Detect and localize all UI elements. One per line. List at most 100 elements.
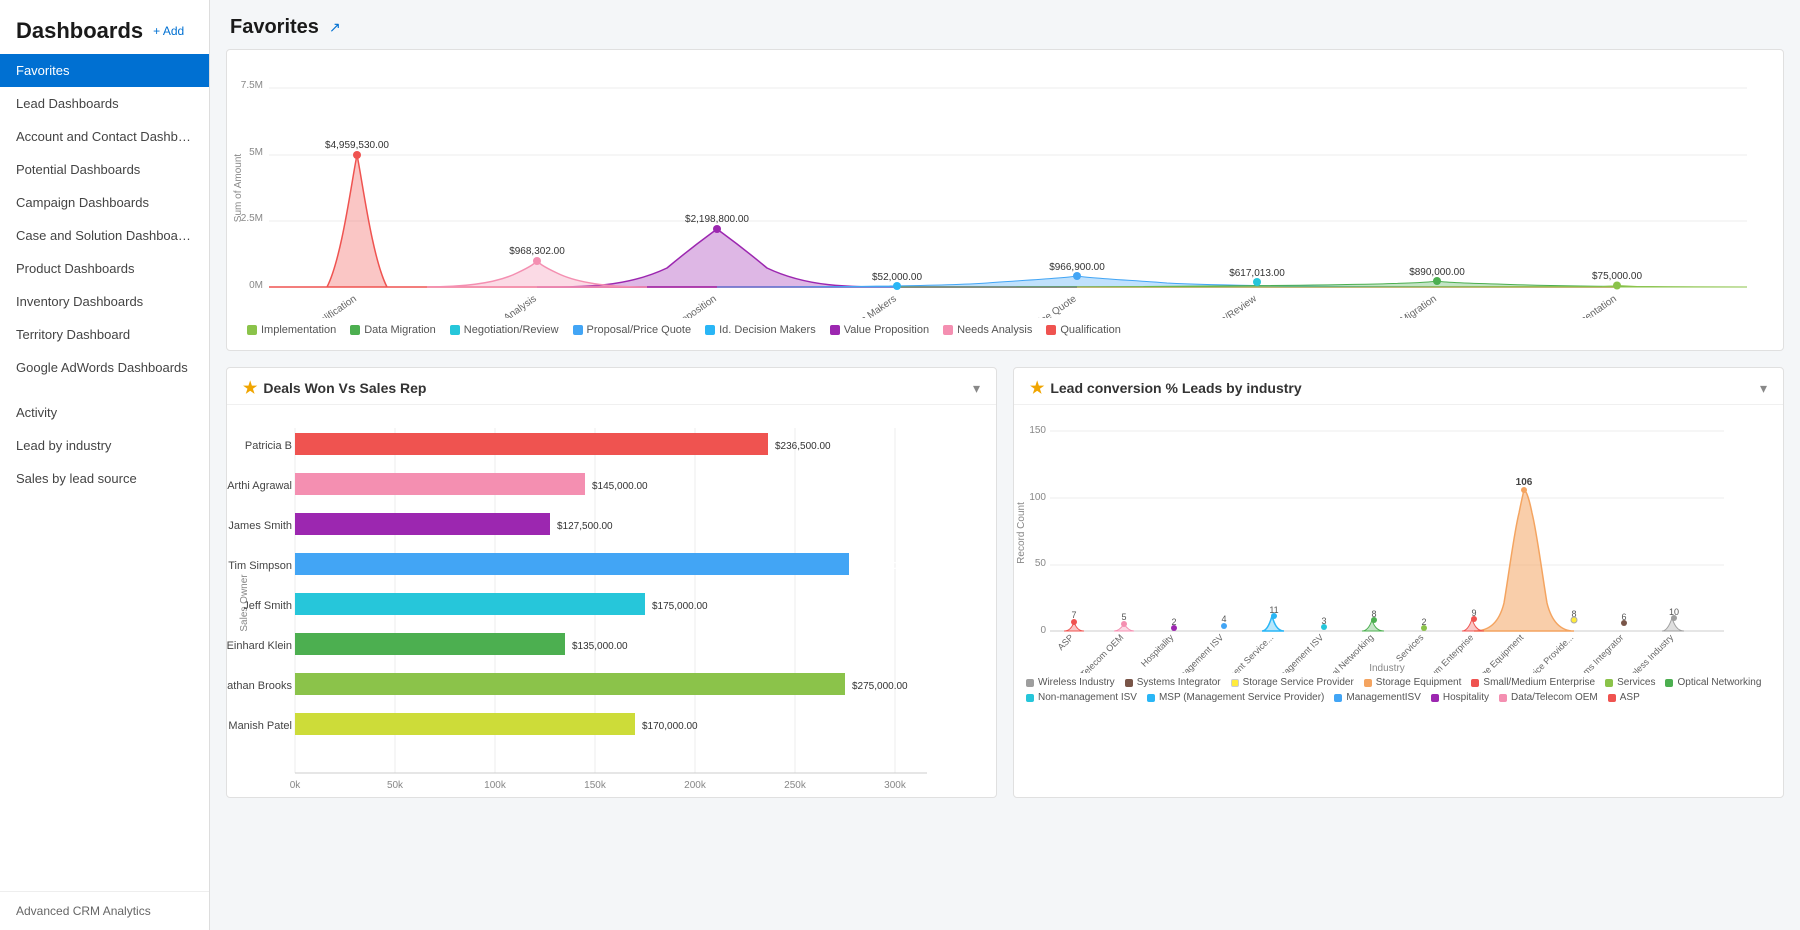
svg-text:100: 100 xyxy=(1029,492,1046,503)
bar-manish xyxy=(295,713,635,735)
svg-text:5: 5 xyxy=(1121,612,1126,622)
svg-text:0k: 0k xyxy=(290,780,302,791)
bar-label-patricia: Patricia B xyxy=(245,440,292,452)
bar-value-jeff: $175,000.00 xyxy=(652,601,708,612)
sidebar-item-account-contact[interactable]: Account and Contact Dashbo... xyxy=(0,120,209,153)
area-chart-title: Lead conversion % Leads by industry xyxy=(1050,380,1301,396)
area-chart-body: 150 100 50 0 Record Count xyxy=(1014,405,1783,715)
stage-proposal: Proposal/Price Quote xyxy=(995,293,1080,318)
bar-label-james: James Smith xyxy=(228,520,292,532)
bar-label-nathan: Nathan Brooks xyxy=(227,680,292,692)
value-prop-point xyxy=(713,225,721,233)
svg-text:150k: 150k xyxy=(584,780,607,791)
svg-text:106: 106 xyxy=(1516,477,1533,488)
add-dashboard-button[interactable]: + Add xyxy=(153,24,184,38)
legend-dot-proposal xyxy=(573,325,583,335)
sidebar-item-case-solution[interactable]: Case and Solution Dashboards xyxy=(0,219,209,252)
svg-text:100k: 100k xyxy=(484,780,507,791)
area-x-axis-title: Industry xyxy=(1369,663,1405,673)
id-decision-label: $52,000.00 xyxy=(872,272,922,283)
bar-chart-panel: ★ Deals Won Vs Sales Rep ▾ Sales Owner 0… xyxy=(226,367,997,798)
stage-id-decision: Id. Decision Makers xyxy=(820,293,898,318)
legend-data-migration: Data Migration xyxy=(350,324,436,336)
bar-james xyxy=(295,513,550,535)
svg-text:50: 50 xyxy=(1035,558,1047,569)
y-tick-25m: 2.5M xyxy=(241,213,263,224)
svg-text:Wireless Industry: Wireless Industry xyxy=(1620,632,1676,673)
legend-dot-qualification xyxy=(1046,325,1056,335)
bar-chart-collapse-icon[interactable]: ▾ xyxy=(973,380,980,397)
legend-negotiation: Negotiation/Review xyxy=(450,324,559,336)
export-icon[interactable]: ↗ xyxy=(329,19,341,36)
value-prop-label: $2,198,800.00 xyxy=(685,214,749,225)
legend-dot-id-decision xyxy=(705,325,715,335)
stage-data-migration: Data Migration xyxy=(1379,293,1439,318)
sidebar-item-potential[interactable]: Potential Dashboards xyxy=(0,153,209,186)
sidebar-item-campaign[interactable]: Campaign Dashboards xyxy=(0,186,209,219)
stage-needs-analysis: Needs Analysis xyxy=(476,293,538,318)
qualification-label: $4,959,530.00 xyxy=(325,140,389,151)
stage-implementation: Implementation xyxy=(1556,293,1618,318)
bottom-charts-row: ★ Deals Won Vs Sales Rep ▾ Sales Owner 0… xyxy=(226,367,1784,798)
area-chart-header: ★ Lead conversion % Leads by industry ▾ xyxy=(1014,368,1783,405)
sidebar-item-favorites[interactable]: Favorites xyxy=(0,54,209,87)
svg-text:250k: 250k xyxy=(784,780,807,791)
sidebar-item-lead-dashboards[interactable]: Lead Dashboards xyxy=(0,87,209,120)
bar-value-tim: $277,000.00 xyxy=(856,561,912,572)
implementation-point xyxy=(1613,282,1621,290)
page-title: Favorites xyxy=(230,16,319,39)
storage-equipment-area xyxy=(1474,490,1574,631)
bar-chart-svg: Sales Owner 0k 50k 100k 150k 200k 250k 3… xyxy=(227,413,967,793)
bar-label-jeff: Jeff Smith xyxy=(243,600,292,612)
area-y-axis-title: Record Count xyxy=(1016,502,1027,564)
svg-text:4: 4 xyxy=(1221,614,1226,624)
legend-value-prop: Value Proposition xyxy=(830,324,929,336)
legend-dot-value-prop xyxy=(830,325,840,335)
bar-jeff xyxy=(295,593,645,615)
svg-text:7: 7 xyxy=(1071,610,1076,620)
sidebar-item-google-adwords[interactable]: Google AdWords Dashboards xyxy=(0,351,209,384)
legend-id-decision: Id. Decision Makers xyxy=(705,324,816,336)
bar-value-einhard: $135,000.00 xyxy=(572,641,628,652)
svg-text:Management ISV: Management ISV xyxy=(1169,632,1225,673)
stage-qualification: Qualification xyxy=(307,293,358,318)
legend-needs-analysis: Needs Analysis xyxy=(943,324,1032,336)
svg-text:0: 0 xyxy=(1040,625,1046,636)
top-chart-panel: 7.5M 5M 2.5M 0M Sum of Amount xyxy=(226,49,1784,351)
legend-dot-negotiation xyxy=(450,325,460,335)
bar-tim xyxy=(295,553,849,575)
svg-text:50k: 50k xyxy=(387,780,404,791)
bar-einhard xyxy=(295,633,565,655)
bar-chart-title-area: ★ Deals Won Vs Sales Rep xyxy=(243,378,426,398)
sidebar-item-inventory[interactable]: Inventory Dashboards xyxy=(0,285,209,318)
value-prop-area xyxy=(537,229,1077,287)
svg-text:150: 150 xyxy=(1029,425,1046,436)
bar-value-manish: $170,000.00 xyxy=(642,721,698,732)
needs-analysis-point xyxy=(533,257,541,265)
sidebar-nav: Favorites Lead Dashboards Account and Co… xyxy=(0,54,209,891)
area-chart-star-icon: ★ xyxy=(1030,378,1044,398)
implementation-label: $75,000.00 xyxy=(1592,271,1642,282)
area-chart-collapse-icon[interactable]: ▾ xyxy=(1760,380,1767,397)
bar-value-patricia: $236,500.00 xyxy=(775,441,831,452)
sidebar-item-territory[interactable]: Territory Dashboard xyxy=(0,318,209,351)
bar-value-nathan: $275,000.00 xyxy=(852,681,908,692)
legend-proposal: Proposal/Price Quote xyxy=(573,324,692,336)
sidebar: Dashboards + Add Favorites Lead Dashboar… xyxy=(0,0,210,930)
bar-label-manish: Manish Patel xyxy=(228,720,292,732)
bar-chart-header: ★ Deals Won Vs Sales Rep ▾ xyxy=(227,368,996,405)
bar-arthi xyxy=(295,473,585,495)
sidebar-item-lead-by-industry[interactable]: Lead by industry xyxy=(0,429,209,462)
area-chart-title-area: ★ Lead conversion % Leads by industry xyxy=(1030,378,1302,398)
bar-nathan xyxy=(295,673,845,695)
bar-value-james: $127,500.00 xyxy=(557,521,613,532)
id-decision-point xyxy=(893,282,901,290)
sidebar-footer: Advanced CRM Analytics xyxy=(0,891,209,930)
main-header: Favorites ↗ xyxy=(210,0,1800,49)
sidebar-item-product[interactable]: Product Dashboards xyxy=(0,252,209,285)
bar-label-arthi: Arthi Agrawal xyxy=(227,480,292,492)
sidebar-item-sales-by-lead[interactable]: Sales by lead source xyxy=(0,462,209,495)
qualification-point xyxy=(353,151,361,159)
sidebar-item-activity[interactable]: Activity xyxy=(0,396,209,429)
top-chart-legend: Implementation Data Migration Negotiatio… xyxy=(227,318,1783,346)
